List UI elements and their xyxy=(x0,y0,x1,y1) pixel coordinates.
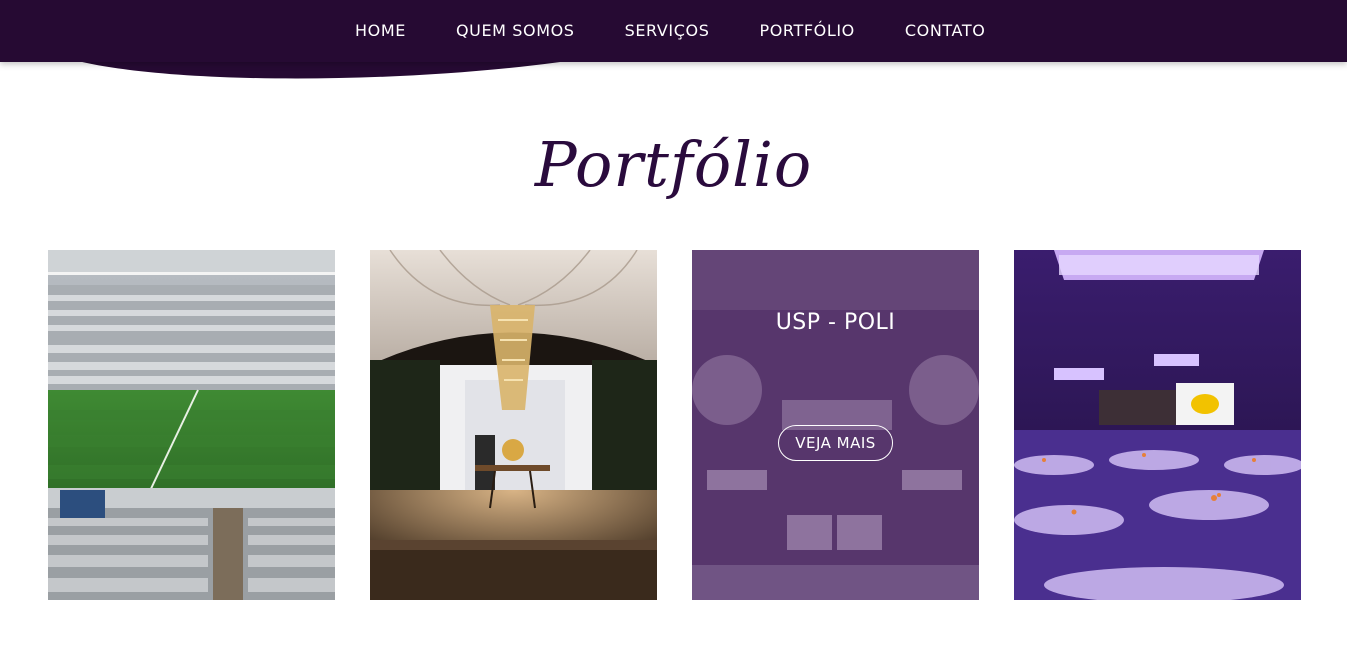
section-title: Portfólio xyxy=(534,128,813,201)
card-title: USP - POLI xyxy=(775,310,896,335)
nav-portfolio[interactable]: PORTFÓLIO xyxy=(734,21,879,40)
card-hover-overlay: USP - POLI VEJA MAIS xyxy=(692,250,979,600)
veja-mais-button[interactable]: VEJA MAIS xyxy=(778,425,893,461)
portfolio-card-usp-poli[interactable]: USP - POLI VEJA MAIS xyxy=(692,250,979,600)
chandelier-stage-photo xyxy=(370,250,657,600)
nav-quem-somos[interactable]: QUEM SOMOS xyxy=(431,21,600,40)
nav-home[interactable]: HOME xyxy=(330,21,431,40)
portfolio-card-stadium[interactable] xyxy=(48,250,335,600)
stadium-photo xyxy=(48,250,335,600)
portfolio-card-stage[interactable] xyxy=(370,250,657,600)
portfolio-card-banquet[interactable] xyxy=(1014,250,1301,600)
nav-servicos[interactable]: SERVIÇOS xyxy=(600,21,735,40)
nav-contato[interactable]: CONTATO xyxy=(880,21,1011,40)
top-navbar: HOME QUEM SOMOS SERVIÇOS PORTFÓLIO CONTA… xyxy=(0,0,1347,62)
purple-banquet-hall-photo xyxy=(1014,250,1301,600)
nav-menu: HOME QUEM SOMOS SERVIÇOS PORTFÓLIO CONTA… xyxy=(330,0,1010,60)
